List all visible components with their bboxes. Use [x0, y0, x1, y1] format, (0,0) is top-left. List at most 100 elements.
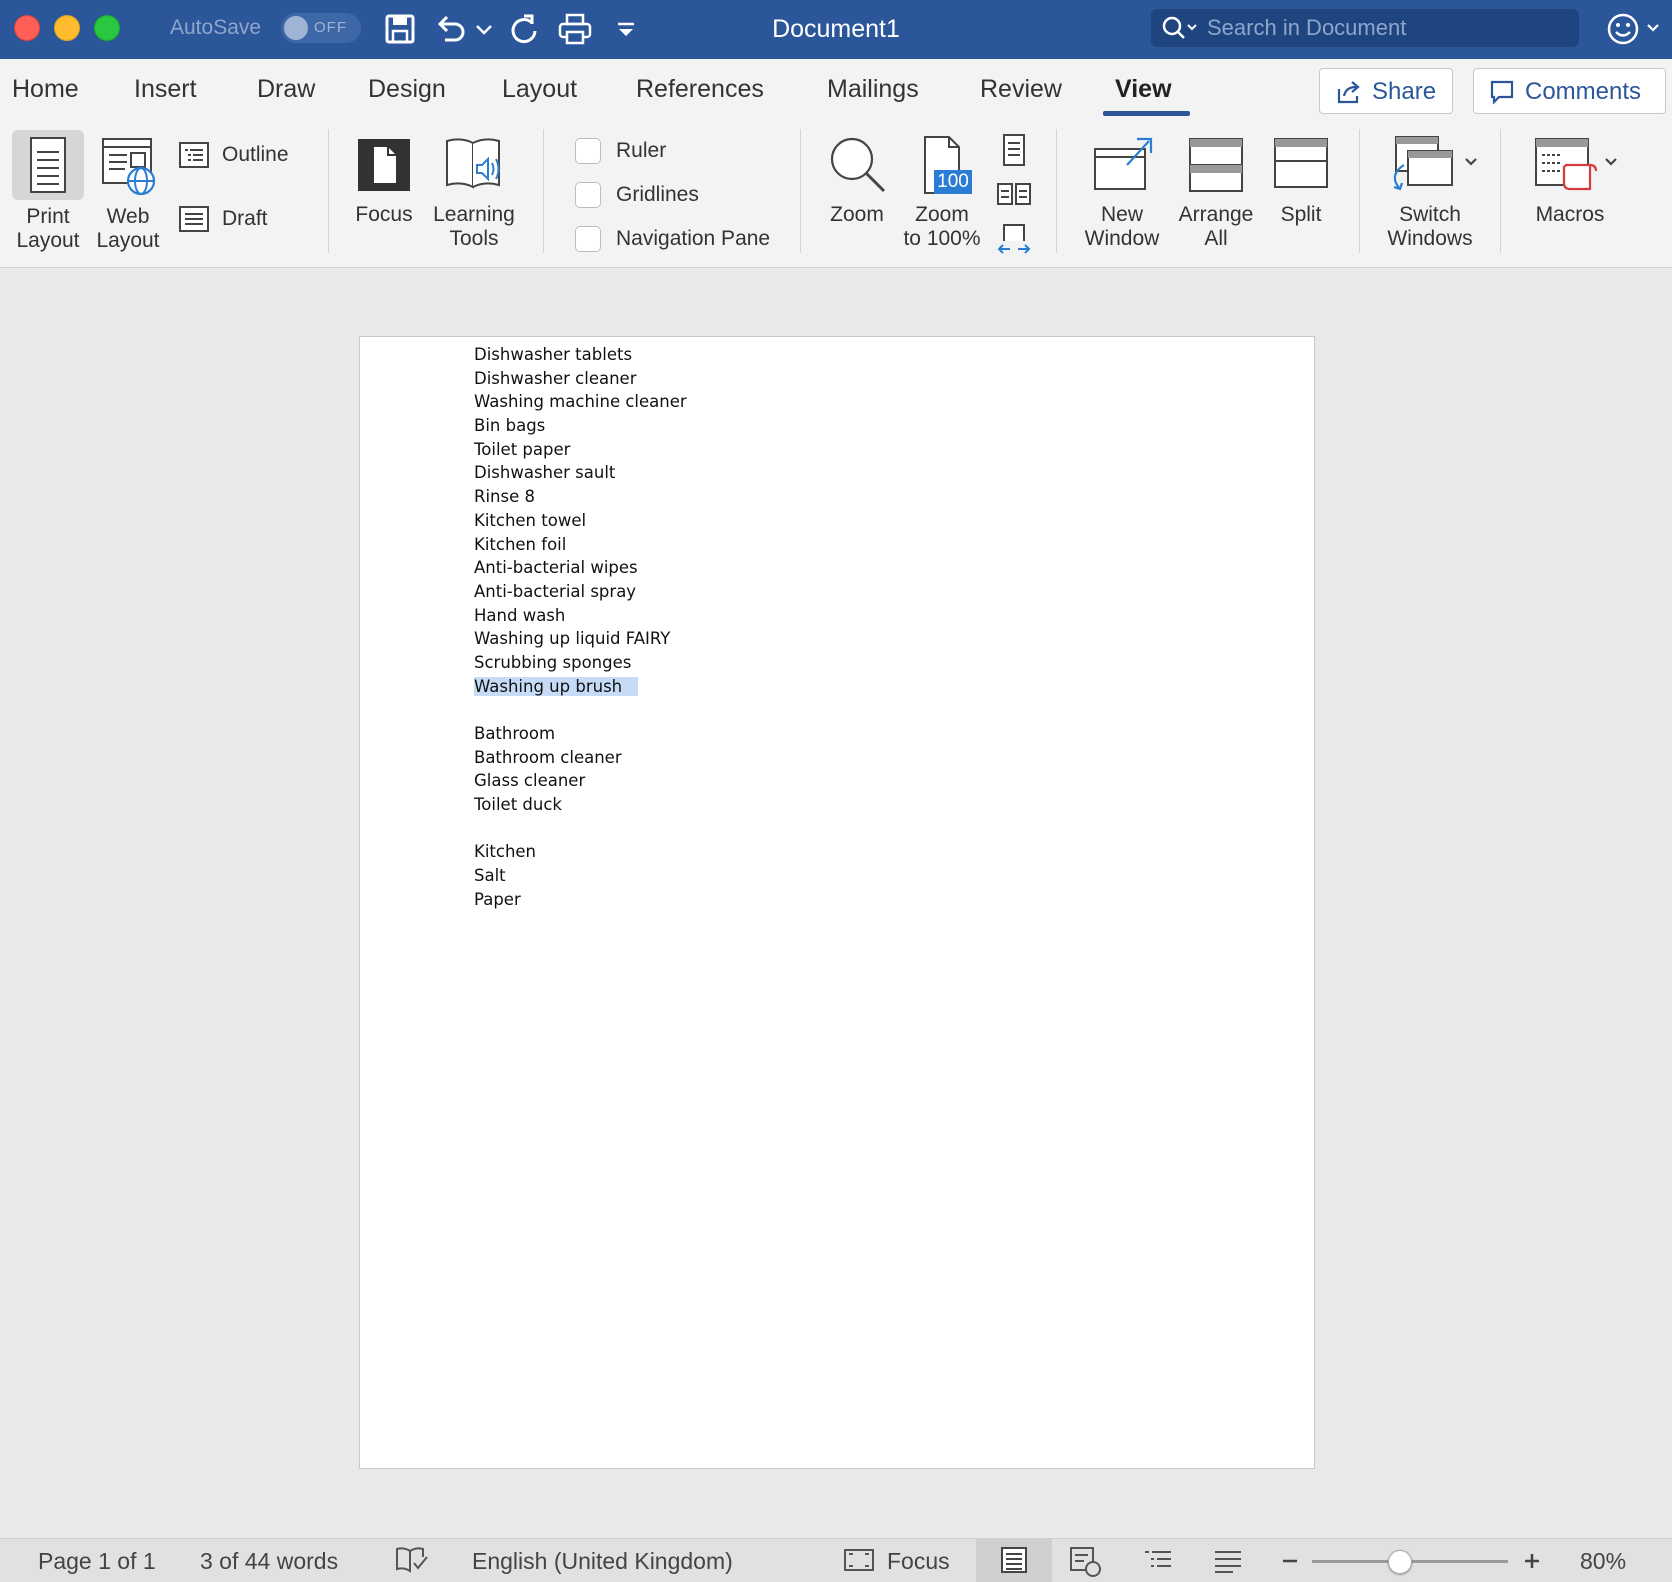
paragraph-text: Bathroom — [474, 724, 556, 743]
multiple-pages-icon[interactable] — [996, 181, 1032, 207]
page-count[interactable]: Page 1 of 1 — [38, 1548, 156, 1575]
zoom-button[interactable]: Zoom — [820, 135, 894, 227]
comment-icon — [1490, 80, 1514, 105]
document-paragraph[interactable]: Dishwasher cleaner — [474, 367, 687, 391]
tab-design[interactable]: Design — [368, 75, 446, 104]
document-paragraph[interactable]: Bathroom cleaner — [474, 746, 687, 770]
tab-layout[interactable]: Layout — [502, 75, 577, 104]
navigation-pane-checkbox[interactable] — [575, 226, 601, 252]
word-count[interactable]: 3 of 44 words — [200, 1548, 338, 1575]
document-paragraph[interactable]: Bin bags — [474, 414, 687, 438]
ribbon-separator — [543, 129, 544, 253]
document-paragraph[interactable]: Paper — [474, 888, 687, 912]
web-layout-view-icon[interactable] — [1068, 1545, 1102, 1577]
ruler-checkbox[interactable] — [575, 138, 601, 164]
draft-view-icon[interactable] — [1211, 1545, 1245, 1575]
focus-mode-icon[interactable] — [842, 1545, 876, 1575]
document-body[interactable]: Dishwasher tablets Dishwasher cleaner Wash… — [474, 343, 687, 912]
focus-mode-label[interactable]: Focus — [887, 1548, 950, 1575]
repeat-icon[interactable] — [505, 10, 543, 48]
document-paragraph[interactable]: Anti-bacterial wipes — [474, 556, 687, 580]
document-paragraph[interactable]: Salt — [474, 864, 687, 888]
language-indicator[interactable]: English (United Kingdom) — [472, 1548, 733, 1575]
undo-dropdown-chevron-icon[interactable] — [472, 10, 496, 48]
document-paragraph[interactable]: Kitchen foil — [474, 533, 687, 557]
print-icon[interactable] — [556, 10, 594, 48]
document-page[interactable]: Dishwasher tablets Dishwasher cleaner Wash… — [359, 336, 1315, 1469]
document-paragraph[interactable]: Toilet paper — [474, 438, 687, 462]
document-paragraph[interactable]: Toilet duck — [474, 793, 687, 817]
new-window-label-line2: Window — [1084, 227, 1160, 250]
zoom-level[interactable]: 80% — [1580, 1548, 1626, 1575]
page-width-icon[interactable] — [996, 221, 1032, 255]
document-paragraph[interactable]: Dishwasher tablets — [474, 343, 687, 367]
gridlines-checkbox[interactable] — [575, 182, 601, 208]
zoom-out-icon[interactable] — [1280, 1551, 1300, 1571]
zoom-in-icon[interactable] — [1522, 1551, 1542, 1571]
print-layout-view-icon[interactable] — [999, 1545, 1029, 1575]
document-paragraph[interactable]: Glass cleaner — [474, 769, 687, 793]
focus-label: Focus — [355, 203, 413, 226]
zoom-100-button[interactable]: 100 Zoom to 100% — [896, 135, 988, 251]
window-close-button[interactable] — [14, 15, 40, 41]
proofing-book-icon[interactable] — [394, 1545, 430, 1575]
document-paragraph[interactable]: Scrubbing sponges — [474, 651, 687, 675]
share-label: Share — [1372, 78, 1437, 105]
customize-toolbar-icon[interactable] — [612, 10, 640, 48]
draft-button[interactable]: Draft — [178, 203, 298, 235]
selected-paragraph[interactable]: Washing up brush — [474, 675, 687, 699]
ribbon-separator — [1359, 129, 1360, 253]
macros-button[interactable]: Macros — [1514, 135, 1626, 227]
switch-windows-button[interactable]: Switch Windows — [1374, 135, 1486, 251]
document-paragraph[interactable]: Kitchen towel — [474, 509, 687, 533]
search-box[interactable] — [1151, 9, 1579, 47]
title-bar: AutoSave OFF Document1 — [0, 0, 1672, 59]
document-paragraph[interactable]: Anti-bacterial spray — [474, 580, 687, 604]
window-minimize-button[interactable] — [54, 15, 80, 41]
print-layout-button[interactable] — [12, 130, 84, 200]
tab-references[interactable]: References — [636, 75, 764, 104]
autosave-toggle[interactable]: OFF — [281, 13, 361, 43]
learning-tools-button[interactable]: Learning Tools — [428, 135, 520, 251]
zoom-slider-thumb[interactable] — [1388, 1550, 1413, 1574]
document-paragraph[interactable]: Bathroom — [474, 722, 687, 746]
split-button[interactable]: Split — [1262, 135, 1340, 227]
feedback-smiley-icon[interactable] — [1604, 10, 1664, 48]
document-paragraph[interactable]: Rinse 8 — [474, 485, 687, 509]
web-layout-button[interactable] — [92, 135, 164, 197]
tab-mailings[interactable]: Mailings — [827, 75, 919, 104]
empty-paragraph[interactable] — [474, 817, 687, 841]
zoom-100-icon: 100 — [909, 135, 975, 195]
search-input[interactable] — [1207, 13, 1567, 43]
zoom-100-badge: 100 — [934, 170, 972, 194]
autosave-label: AutoSave — [170, 16, 262, 39]
new-window-button[interactable]: New Window — [1074, 135, 1170, 251]
undo-icon[interactable] — [431, 10, 469, 48]
view-ribbon: Print Layout Web Layout Outline Draft Fo… — [0, 123, 1672, 268]
arrange-all-button[interactable]: Arrange All — [1170, 135, 1262, 251]
outline-button[interactable]: Outline — [178, 139, 298, 171]
document-paragraph[interactable]: Washing up liquid FAIRY — [474, 627, 687, 651]
tab-review[interactable]: Review — [980, 75, 1062, 104]
outline-view-icon[interactable] — [1141, 1545, 1175, 1575]
outline-label: Outline — [222, 143, 289, 166]
outline-icon — [179, 142, 209, 168]
gridlines-label: Gridlines — [616, 183, 699, 206]
save-icon[interactable] — [381, 10, 419, 48]
share-button[interactable]: Share — [1319, 68, 1453, 114]
tab-draw[interactable]: Draw — [257, 75, 315, 104]
paragraph-text: Toilet duck — [474, 795, 562, 815]
document-paragraph[interactable]: Dishwasher sault — [474, 461, 687, 485]
document-paragraph[interactable]: Hand wash — [474, 604, 687, 628]
empty-paragraph[interactable] — [474, 698, 687, 722]
one-page-icon[interactable] — [998, 133, 1030, 167]
document-paragraph[interactable]: Washing machine cleaner — [474, 390, 687, 414]
window-zoom-button[interactable] — [94, 15, 120, 41]
tab-insert[interactable]: Insert — [134, 75, 197, 104]
tab-home[interactable]: Home — [12, 75, 79, 104]
tab-view[interactable]: View — [1115, 75, 1172, 104]
document-paragraph[interactable]: Kitchen — [474, 840, 687, 864]
magnifier-icon — [830, 137, 886, 193]
focus-button[interactable]: Focus — [346, 135, 422, 227]
comments-button[interactable]: Comments — [1473, 68, 1666, 114]
